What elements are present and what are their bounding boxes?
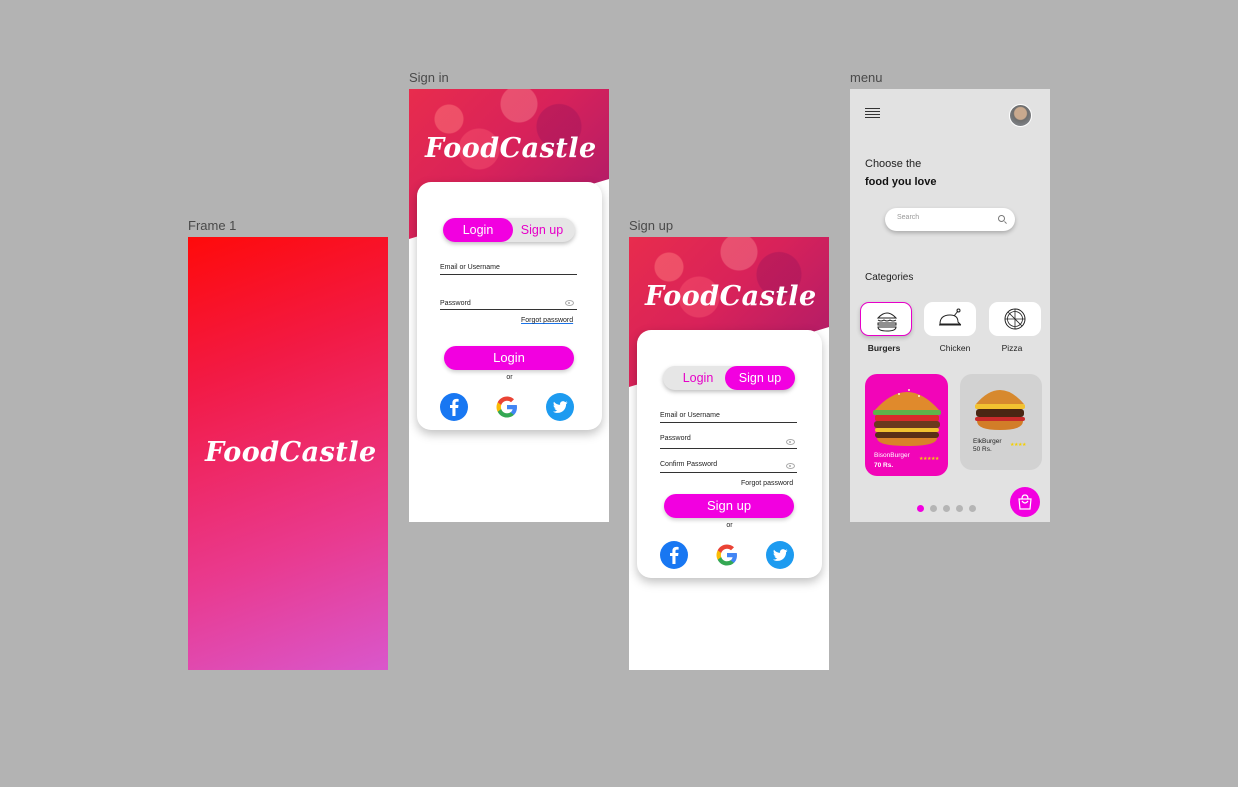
email-underline xyxy=(440,274,577,275)
twitter-icon[interactable] xyxy=(546,393,574,421)
category-label-chicken: Chicken xyxy=(939,343,971,353)
eye-icon[interactable] xyxy=(786,439,795,445)
category-label-pizza: Pizza xyxy=(1001,343,1023,353)
rating-stars: ★★★★ xyxy=(1010,442,1026,448)
password-field[interactable]: Password xyxy=(660,435,691,442)
eye-icon[interactable] xyxy=(786,463,795,469)
email-field[interactable]: Email or Username xyxy=(660,412,720,419)
auth-toggle: Login Sign up xyxy=(443,218,575,242)
headline-line2: food you love xyxy=(865,176,937,188)
category-pizza[interactable] xyxy=(989,302,1041,336)
password-field[interactable]: Password xyxy=(440,300,471,307)
signup-frame: FoodCastle Login Sign up Email or Userna… xyxy=(629,237,829,670)
signin-frame: FoodCastle Login Sign up Email or Userna… xyxy=(409,89,609,522)
pagination-dot[interactable] xyxy=(969,505,976,512)
eye-icon[interactable] xyxy=(565,300,574,306)
food-price: 70 Rs. xyxy=(874,462,894,469)
search-input[interactable]: Search xyxy=(885,208,1015,231)
pagination-dot[interactable] xyxy=(956,505,963,512)
facebook-icon[interactable] xyxy=(440,393,468,421)
tab-signup[interactable]: Sign up xyxy=(725,366,795,390)
shopping-bag-icon xyxy=(1018,494,1032,510)
headline-line1: Choose the xyxy=(865,158,922,170)
auth-toggle: Login Sign up xyxy=(663,366,795,390)
category-chicken[interactable] xyxy=(924,302,976,336)
hamburger-menu-icon[interactable] xyxy=(865,108,880,120)
burger-image xyxy=(975,390,1025,430)
confirm-password-field[interactable]: Confirm Password xyxy=(660,461,717,468)
burger-image xyxy=(873,389,941,446)
food-card-elkburger[interactable]: ElkBurger ★★★★ 50 Rs. xyxy=(960,374,1042,470)
signup-button[interactable]: Sign up xyxy=(664,494,794,518)
menu-frame: Choose the food you love Search Categori… xyxy=(850,89,1050,522)
app-logo: FoodCastle xyxy=(205,437,377,468)
twitter-icon[interactable] xyxy=(766,541,794,569)
pagination-dots xyxy=(917,499,982,517)
tab-signup[interactable]: Sign up xyxy=(507,218,577,242)
or-divider: or xyxy=(506,374,513,381)
food-name: ElkBurger xyxy=(973,438,1002,445)
app-logo: FoodCastle xyxy=(645,281,817,312)
app-logo: FoodCastle xyxy=(425,133,597,164)
signin-card: Login Sign up Email or Username Password… xyxy=(417,182,602,430)
frame-label-signup: Sign up xyxy=(629,218,674,233)
login-button[interactable]: Login xyxy=(444,346,574,370)
confirm-password-underline xyxy=(660,472,797,473)
frame-label-signin: Sign in xyxy=(409,70,449,85)
google-icon[interactable] xyxy=(713,541,741,569)
rating-stars: ★★★★★ xyxy=(919,456,939,462)
food-price: 50 Rs. xyxy=(973,446,992,453)
password-underline xyxy=(660,448,797,449)
search-icon[interactable] xyxy=(998,215,1005,222)
pagination-dot[interactable] xyxy=(930,505,937,512)
forgot-password-link[interactable]: Forgot password xyxy=(521,317,573,324)
food-card-bisonburger[interactable]: BisonBurger ★★★★★ 70 Rs. xyxy=(865,374,948,476)
pizza-icon xyxy=(1004,308,1026,330)
tab-login[interactable]: Login xyxy=(443,218,513,242)
frame-label-menu: menu xyxy=(850,70,883,85)
category-burgers[interactable] xyxy=(860,302,912,336)
search-placeholder: Search xyxy=(897,214,920,221)
signup-card: Login Sign up Email or Username Password… xyxy=(637,330,822,578)
category-label-burgers: Burgers xyxy=(867,343,901,353)
cart-button[interactable] xyxy=(1010,487,1040,517)
pagination-dot[interactable] xyxy=(917,505,924,512)
google-icon[interactable] xyxy=(493,393,521,421)
avatar[interactable] xyxy=(1009,104,1032,127)
facebook-icon[interactable] xyxy=(660,541,688,569)
burger-icon xyxy=(876,312,898,332)
tab-login[interactable]: Login xyxy=(663,366,733,390)
frame-label-frame1: Frame 1 xyxy=(188,218,237,233)
pagination-dot[interactable] xyxy=(943,505,950,512)
categories-title: Categories xyxy=(865,272,914,283)
password-underline xyxy=(440,309,577,310)
food-name: BisonBurger xyxy=(874,452,910,459)
chicken-icon xyxy=(939,308,962,326)
forgot-password-link[interactable]: Forgot password xyxy=(741,480,793,487)
splash-frame: FoodCastle xyxy=(188,237,388,670)
or-divider: or xyxy=(726,522,733,529)
email-underline xyxy=(660,422,797,423)
email-field[interactable]: Email or Username xyxy=(440,264,500,271)
